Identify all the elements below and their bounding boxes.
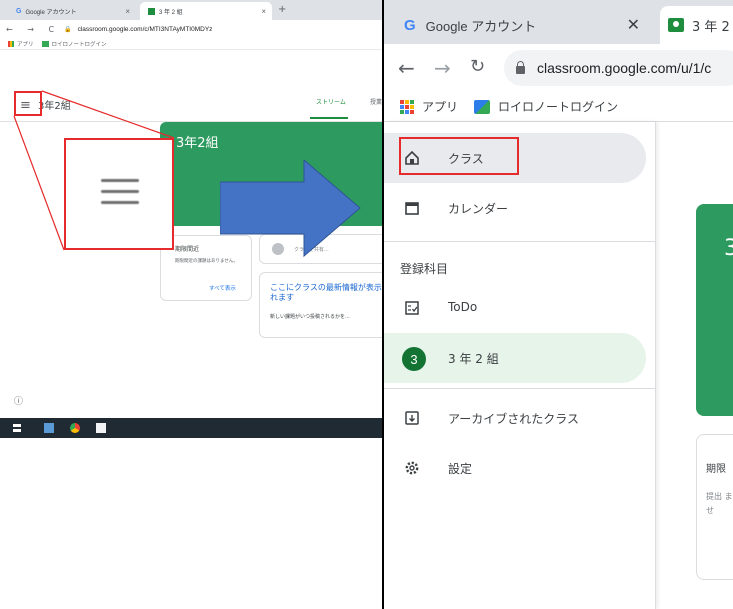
sidebar-item-archived[interactable]: アーカイブされたクラス bbox=[384, 393, 646, 443]
settings-icon bbox=[405, 461, 419, 475]
right-tab-label: Google アカウント bbox=[425, 18, 537, 34]
screenshot-composite: G Google アカウント × 3 年 2 組 × + ← → C 🔒 cla… bbox=[0, 0, 733, 609]
reload-icon[interactable]: ↻ bbox=[470, 56, 485, 77]
divider bbox=[384, 241, 656, 242]
bookmark-roilo[interactable]: ロイロノートログイン bbox=[498, 98, 618, 115]
url-field[interactable]: classroom.google.com/u/1/c bbox=[504, 50, 733, 86]
right-browser-screenshot: G Google アカウント ✕ 3 年 2 ← → ↻ classroom.g… bbox=[382, 0, 733, 609]
sidebar-item-label: アーカイブされたクラス bbox=[448, 412, 580, 426]
sidebar-item-label: ToDo bbox=[448, 300, 478, 314]
sidebar-item-calendar[interactable]: カレンダー bbox=[384, 183, 646, 233]
lock-icon bbox=[516, 61, 525, 74]
right-bookmarks-bar: アプリ ロイロノートログイン bbox=[384, 92, 733, 122]
class-avatar: 3 bbox=[402, 347, 426, 371]
sidebar-item-todo[interactable]: ToDo bbox=[384, 283, 646, 333]
enrolled-section-label: 登録科目 bbox=[400, 262, 449, 276]
close-icon[interactable]: ✕ bbox=[627, 15, 640, 35]
sidebar-item-class-3-2[interactable]: 3 3 年 2 組 bbox=[384, 333, 646, 383]
right-tab-google-account[interactable]: G Google アカウント ✕ bbox=[392, 6, 656, 44]
archive-icon bbox=[405, 411, 419, 425]
right-tab-class[interactable]: 3 年 2 bbox=[660, 6, 733, 44]
right-tab-label: 3 年 2 bbox=[692, 19, 730, 35]
bookmark-apps[interactable]: アプリ bbox=[422, 98, 458, 115]
back-arrow-icon[interactable]: ← bbox=[398, 56, 415, 80]
apps-icon bbox=[400, 99, 414, 114]
sidebar-item-label: 設定 bbox=[448, 462, 473, 476]
todo-icon bbox=[405, 301, 419, 315]
forward-arrow-icon[interactable]: → bbox=[434, 56, 451, 80]
sidebar-item-label: カレンダー bbox=[448, 202, 509, 216]
hamburger-zoom-callout bbox=[64, 138, 174, 250]
sidebar-item-label: 3 年 2 組 bbox=[448, 352, 499, 366]
google-g-icon: G bbox=[404, 16, 416, 34]
classroom-icon bbox=[668, 18, 684, 32]
banner-title: 3 bbox=[724, 236, 733, 261]
calendar-icon bbox=[405, 202, 419, 215]
highlight-box-classes bbox=[399, 137, 519, 175]
due-title: 期限 bbox=[706, 464, 726, 475]
sidebar-item-settings[interactable]: 設定 bbox=[384, 443, 646, 493]
url-text: classroom.google.com/u/1/c bbox=[537, 60, 712, 76]
divider bbox=[384, 388, 656, 389]
right-arrow-icon bbox=[220, 160, 361, 258]
roilo-icon bbox=[474, 99, 491, 114]
due-desc: 提出 ませ bbox=[706, 492, 733, 515]
navigation-drawer: クラス カレンダー 登録科目 ToDo 3 3 年 2 組 アーカイブされたクラ… bbox=[384, 122, 656, 609]
